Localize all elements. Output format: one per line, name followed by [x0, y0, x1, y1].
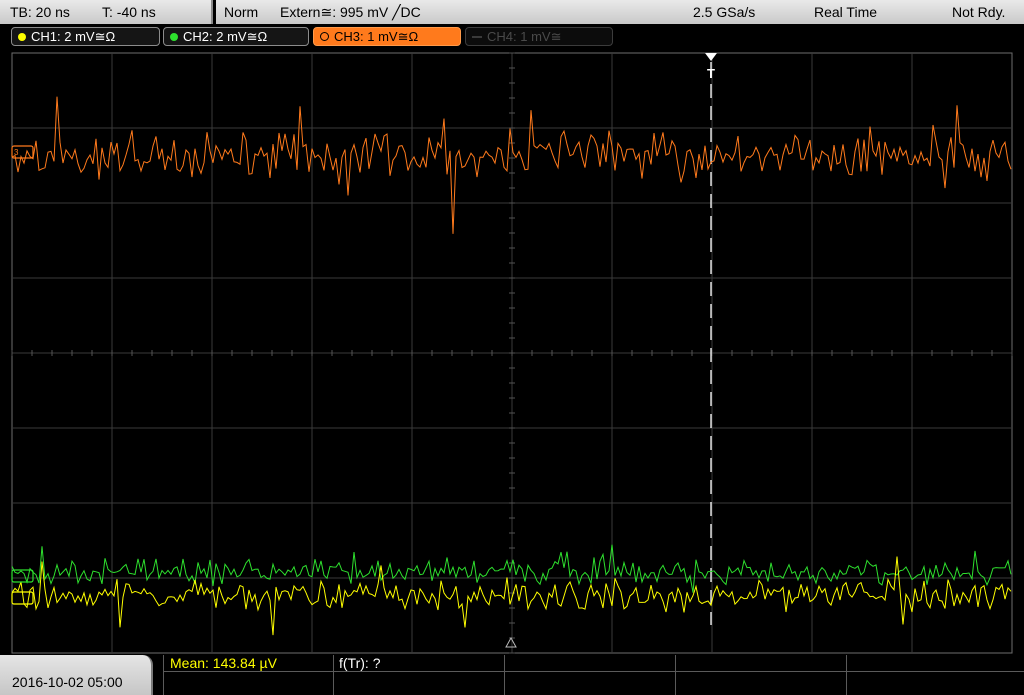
acquisition-status: Not Rdy.	[952, 4, 1006, 20]
mean-measurement[interactable]: Mean: 143.84 µV	[170, 655, 277, 671]
date-time: 2016-10-02 05:00	[12, 674, 123, 690]
measurement-bar: 2016-10-02 05:00 Mean: 143.84 µV f(Tr): …	[0, 655, 1024, 695]
waveform-display[interactable]: T 3	[0, 50, 1024, 655]
frequency-measurement[interactable]: f(Tr): ?	[339, 655, 380, 671]
channel-2-indicator-icon	[170, 33, 178, 41]
channel-4-tab[interactable]: CH4: 1 mV≅	[465, 27, 613, 46]
trigger-marker-label: T	[707, 66, 715, 81]
trigger-mode: Norm	[224, 4, 259, 20]
channel-2-tab[interactable]: CH2: 2 mV≅Ω	[163, 27, 309, 46]
trigger-source: Extern≅: 995 mV ╱DC	[280, 4, 421, 20]
channel-3-tab[interactable]: CH3: 1 mV≅Ω	[313, 27, 461, 46]
status-bar: TB: 20 ns T: -40 ns Norm Extern≅: 995 mV…	[0, 0, 1024, 24]
channel-1-tab[interactable]: CH1: 2 mV≅Ω	[11, 27, 160, 46]
trigger-time-readout: T: -40 ns	[102, 4, 156, 20]
channel-3-indicator-icon	[320, 32, 329, 41]
trigger-position-arrow-icon[interactable]	[705, 53, 717, 61]
channel-4-indicator-icon	[472, 36, 482, 38]
timebase-panel[interactable]: TB: 20 ns T: -40 ns	[0, 0, 213, 24]
channel-tab-bar: CH1: 2 mV≅Ω CH2: 2 mV≅Ω CH3: 1 mV≅Ω CH4:…	[0, 24, 1024, 50]
sample-rate: 2.5 GSa/s	[693, 4, 756, 20]
waveform-canvas[interactable]: T 3	[0, 50, 1024, 655]
date-time-panel: 2016-10-02 05:00	[0, 655, 153, 695]
trigger-offset-marker-icon[interactable]	[505, 636, 517, 648]
channel-1-indicator-icon	[18, 33, 26, 41]
channel-3-label: CH3: 1 mV≅Ω	[334, 29, 419, 44]
channel-4-label: CH4: 1 mV≅	[487, 29, 562, 44]
channel-1-label: CH1: 2 mV≅Ω	[31, 29, 116, 44]
acquisition-mode: Real Time	[814, 4, 878, 20]
trigger-panel[interactable]: Norm Extern≅: 995 mV ╱DC 2.5 GSa/s Real …	[216, 0, 1024, 24]
svg-text:3: 3	[14, 148, 19, 157]
channel-2-label: CH2: 2 mV≅Ω	[183, 29, 268, 44]
measurement-table[interactable]: Mean: 143.84 µV f(Tr): ?	[163, 655, 1024, 695]
timebase-readout: TB: 20 ns	[10, 4, 70, 20]
